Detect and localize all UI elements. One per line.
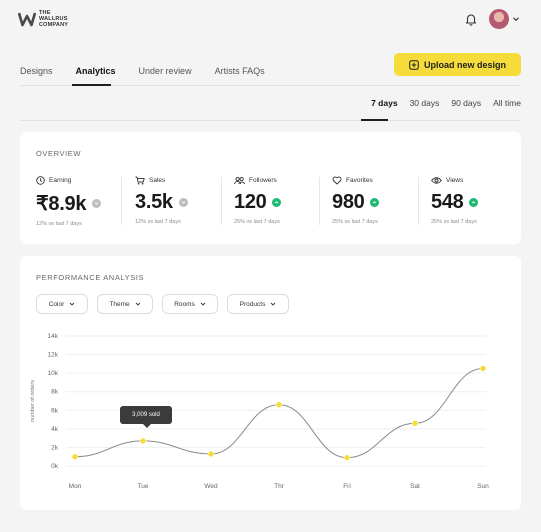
x-tick-label: Mon — [69, 483, 82, 490]
stat-comparison: 25% vs last 7 days — [431, 219, 477, 225]
x-tick-label: Tue — [138, 483, 149, 490]
active-range-indicator — [361, 119, 388, 121]
stat-favorites: Favorites 980 25% vs last 7 days — [332, 176, 380, 228]
y-tick-label: 4k — [51, 426, 59, 433]
data-point — [139, 437, 147, 445]
brand-wordmark: THE WALLRUS COMPANY — [39, 10, 68, 28]
y-axis-label: number of orders — [30, 380, 36, 422]
y-tick-label: 6k — [51, 407, 59, 414]
active-tab-indicator — [72, 84, 111, 86]
y-tick-label: 12k — [48, 352, 59, 359]
y-tick-label: 0k — [51, 463, 59, 470]
upload-new-design-button[interactable]: Upload new design — [394, 53, 521, 76]
chevron-down-icon[interactable] — [512, 15, 520, 23]
x-tick-label: Sat — [410, 483, 420, 490]
tab-analytics[interactable]: Analytics — [76, 66, 116, 76]
overview-title: OVERVIEW — [36, 149, 82, 158]
time-range-selector: 7 days 30 days 90 days All time — [359, 98, 521, 108]
stat-comparison: 25% vs last 7 days — [332, 219, 378, 225]
x-tick-label: Thr — [274, 483, 285, 490]
y-tick-label: 8k — [51, 389, 59, 396]
range-90-days[interactable]: 90 days — [451, 98, 481, 108]
app-header: THE WALLRUS COMPANY — [0, 0, 541, 40]
trend-up-icon — [272, 198, 282, 207]
clock-icon — [36, 176, 45, 185]
tab-under-review[interactable]: Under review — [139, 66, 192, 76]
stat-followers: Followers 120 25% vs last 7 days — [234, 176, 282, 228]
followers-icon — [234, 176, 245, 185]
stat-divider — [121, 177, 122, 225]
stat-comparison: 12% vs last 7 days — [135, 219, 181, 225]
stat-comparison: 12% vs last 7 days — [36, 221, 82, 227]
eye-icon — [431, 177, 442, 184]
chart-tooltip: 3,009 sold — [120, 406, 172, 428]
heart-icon — [332, 176, 342, 185]
data-point — [207, 450, 215, 458]
tab-designs[interactable]: Designs — [20, 66, 53, 76]
stat-divider — [221, 177, 222, 225]
stat-value: 3.5k — [135, 191, 173, 213]
data-point — [343, 454, 351, 461]
stat-comparison: 25% vs last 7 days — [234, 219, 280, 225]
performance-line-chart: 0k 2k 4k 6k 8k 10k 12k 14k number of orders Mon Tu… — [30, 333, 489, 490]
data-point — [411, 419, 419, 427]
x-tick-label: Wed — [204, 483, 218, 490]
stat-value: ₹8.9k — [36, 193, 87, 215]
stat-divider — [319, 177, 320, 225]
stat-earning: Earning ₹8.9k 12% vs last 7 days — [36, 176, 102, 228]
trend-neutral-icon — [178, 198, 188, 207]
range-7-days[interactable]: 7 days — [371, 98, 397, 108]
data-point — [275, 401, 283, 409]
cart-icon — [135, 176, 145, 185]
range-30-days[interactable]: 30 days — [410, 98, 440, 108]
overview-card: OVERVIEW Earning ₹8.9k 12% vs last 7 day… — [20, 132, 521, 244]
avatar[interactable] — [489, 9, 509, 29]
range-all-time[interactable]: All time — [493, 98, 521, 108]
stat-label: Favorites — [346, 177, 373, 184]
tab-artists-faqs[interactable]: Artists FAQs — [215, 66, 265, 76]
trend-up-icon — [469, 198, 479, 207]
stat-label: Views — [446, 177, 464, 184]
x-tick-label: Sun — [477, 483, 489, 490]
y-tick-label: 10k — [48, 370, 59, 377]
stat-label: Sales — [149, 177, 166, 184]
y-tick-label: 14k — [48, 333, 59, 340]
upload-button-label: Upload new design — [423, 59, 506, 70]
main-tabs: Designs Analytics Under review Artists F… — [20, 66, 288, 76]
y-tick-label: 2k — [51, 444, 59, 451]
brand-logo[interactable]: THE WALLRUS COMPANY — [18, 10, 68, 28]
trend-up-icon — [370, 198, 380, 207]
stat-sales: Sales 3.5k 12% vs last 7 days — [135, 176, 188, 228]
upload-icon — [409, 59, 419, 70]
data-point — [479, 365, 487, 372]
stat-label: Earning — [49, 177, 72, 184]
data-point — [71, 453, 79, 461]
brand-line-3: COMPANY — [39, 22, 69, 28]
stat-views: Views 548 25% vs last 7 days — [431, 176, 479, 228]
stat-value: 120 — [234, 191, 267, 213]
stat-divider — [418, 177, 419, 225]
trend-neutral-icon — [92, 199, 102, 208]
w-logo-icon — [18, 12, 36, 27]
bell-icon[interactable] — [464, 12, 478, 26]
stat-label: Followers — [249, 177, 277, 184]
stat-value: 980 — [332, 191, 365, 213]
performance-card: PERFORMANCE ANALYSIS Color Theme Rooms P… — [20, 256, 521, 510]
x-tick-label: Fri — [343, 483, 351, 490]
stat-value: 548 — [431, 191, 464, 213]
ranges-divider — [20, 120, 521, 121]
